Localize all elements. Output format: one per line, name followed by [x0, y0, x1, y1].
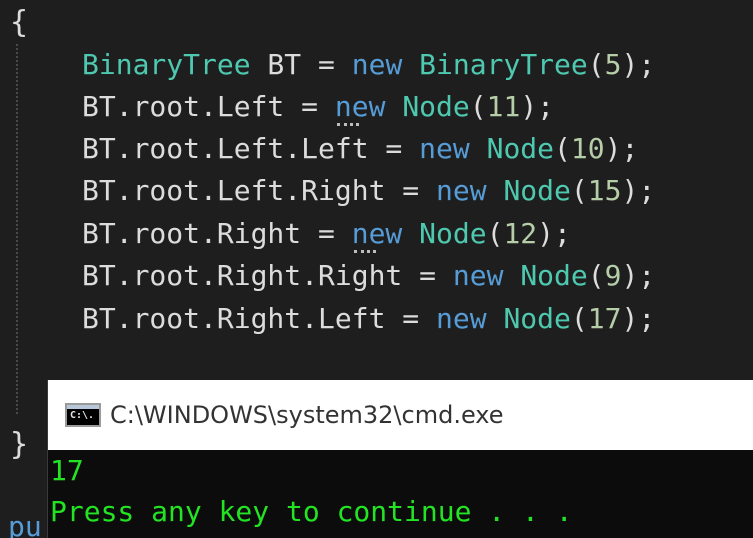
code-token-plain: (	[570, 174, 588, 207]
code-token-plain: );	[621, 259, 656, 292]
code-token-kw: new	[452, 259, 504, 292]
code-token-kw: new	[351, 217, 403, 250]
code-token-plain: (	[587, 259, 605, 292]
code-token-kw: new	[351, 48, 403, 81]
code-token-num: 12	[503, 217, 538, 250]
code-token-plain: );	[621, 174, 656, 207]
code-token-type: Node	[486, 132, 555, 165]
code-token-plain: );	[537, 217, 571, 250]
code-token-plain: (	[554, 132, 571, 165]
cmd-icon: C:\.	[65, 403, 101, 427]
code-token-num: 15	[587, 174, 622, 207]
code-token-plain: BT =	[250, 48, 352, 81]
code-line[interactable]: BT.root.Left.Left = new Node(10);	[82, 132, 638, 166]
code-token-plain: BT.root.Left.Right =	[82, 174, 437, 207]
code-token-plain: BT.root.Left =	[82, 90, 335, 123]
code-token-type: BinaryTree	[419, 48, 588, 81]
code-token-plain: BT.root.Right.Left =	[82, 302, 437, 335]
code-line[interactable]: BT.root.Right.Left = new Node(17);	[82, 302, 655, 336]
code-line[interactable]: BT.root.Right = new Node(12);	[82, 217, 571, 251]
code-token-plain: );	[621, 48, 656, 81]
screenshot-stage: { BinaryTree BT = new BinaryTree(5); BT.…	[0, 0, 753, 538]
code-token-num: 17	[587, 302, 622, 335]
code-token-plain: (	[587, 48, 605, 81]
code-token-type: BinaryTree	[82, 48, 251, 81]
code-token-plain: BT.root.Left.Left =	[82, 132, 420, 165]
close-brace: }	[10, 427, 29, 462]
partial-code-line: pu	[8, 510, 42, 538]
cmd-icon-label: C:\.	[70, 410, 95, 421]
code-line[interactable]: BT.root.Left.Right = new Node(15);	[82, 174, 655, 208]
code-token-num: 11	[486, 90, 521, 123]
console-output-line: Press any key to continue . . .	[50, 495, 573, 528]
open-brace: {	[10, 5, 29, 40]
code-token-type: Node	[520, 259, 588, 292]
console-window[interactable]: C:\. C:\WINDOWS\system32\cmd.exe 17 Pres…	[47, 380, 753, 538]
code-token-kw: new	[436, 302, 487, 335]
code-token-type: Node	[503, 174, 571, 207]
code-token-num: 9	[604, 259, 622, 292]
code-token-num: 5	[604, 48, 622, 81]
code-token-kw: new	[419, 132, 470, 165]
code-token-plain: (	[486, 217, 504, 250]
code-line[interactable]: BT.root.Right.Right = new Node(9);	[82, 259, 655, 293]
code-token-type: Node	[419, 217, 487, 250]
code-token-plain: (	[570, 302, 588, 335]
code-token-type: Node	[402, 90, 470, 123]
code-token-plain: );	[520, 90, 555, 123]
code-token-plain: BT.root.Right.Right =	[82, 259, 453, 292]
code-line[interactable]: BT.root.Left = new Node(11);	[82, 90, 554, 124]
code-token-plain: );	[604, 132, 639, 165]
code-line[interactable]: BinaryTree BT = new BinaryTree(5);	[82, 48, 655, 82]
code-token-kw: new	[334, 90, 386, 123]
code-token-num: 10	[570, 132, 605, 165]
code-token-type: Node	[503, 302, 571, 335]
code-token-plain: BT.root.Right =	[82, 217, 352, 250]
code-token-plain: );	[621, 302, 656, 335]
code-token-kw: new	[436, 174, 487, 207]
console-output-line: 17	[50, 454, 84, 487]
code-token-plain: (	[469, 90, 487, 123]
console-title: C:\WINDOWS\system32\cmd.exe	[110, 401, 504, 429]
indent-guide	[16, 44, 18, 414]
console-titlebar[interactable]: C:\. C:\WINDOWS\system32\cmd.exe	[48, 380, 753, 450]
